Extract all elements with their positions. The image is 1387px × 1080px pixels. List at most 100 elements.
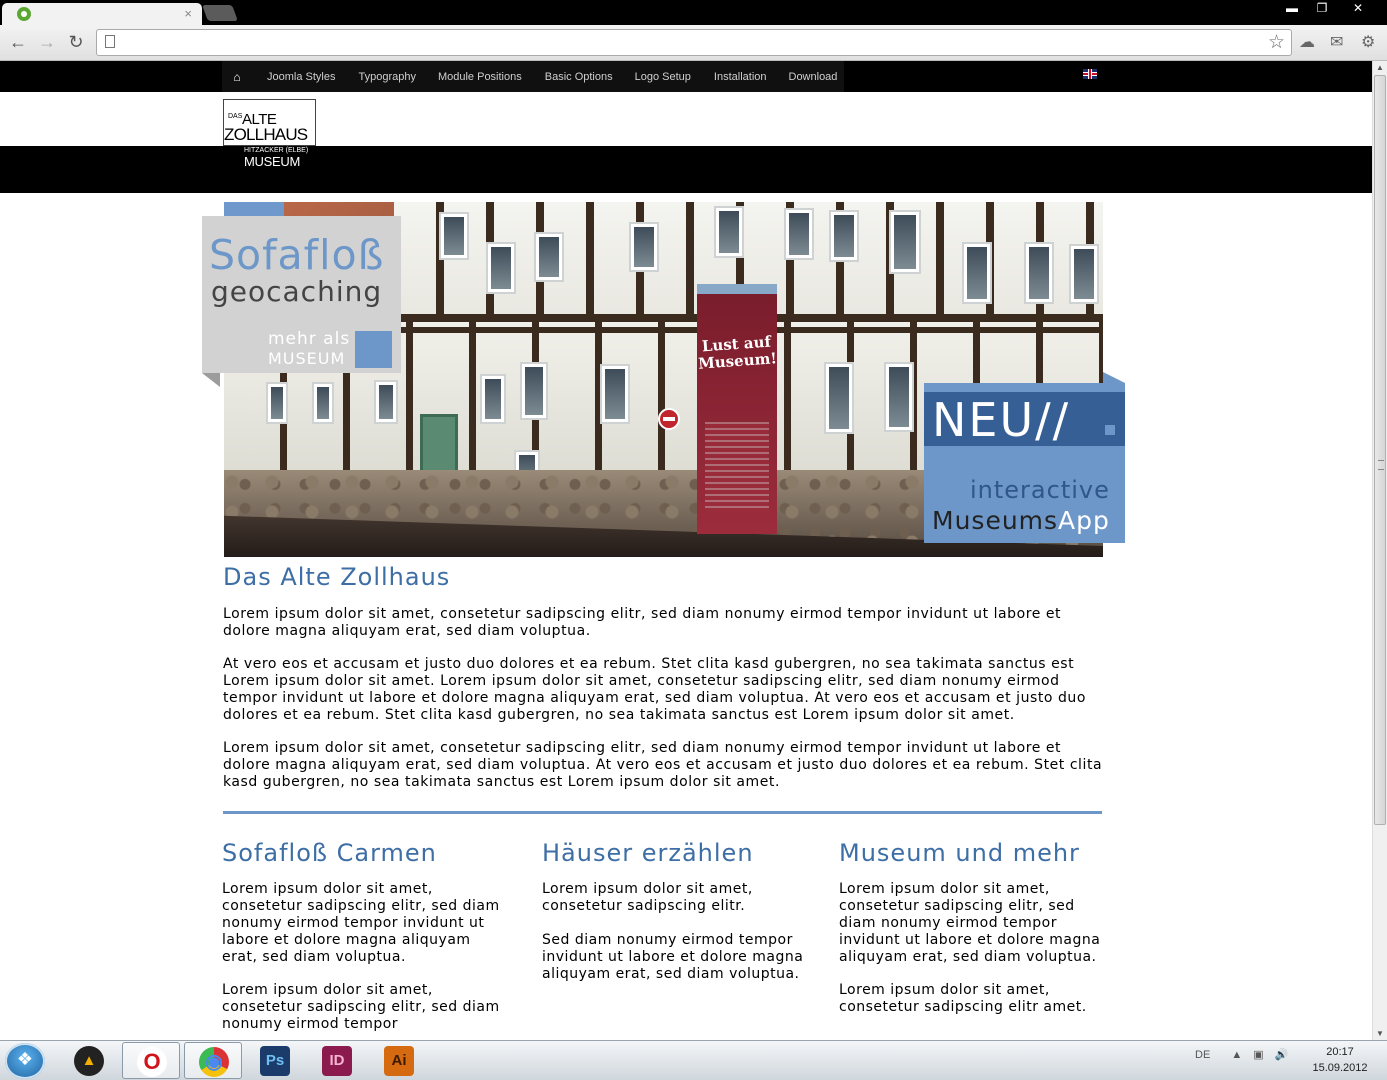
language-indicator[interactable]: DE [1195, 1049, 1210, 1061]
column-heading-haeuser-erzaehlen: Häuser erzählen [542, 839, 754, 867]
scroll-down-arrow-icon[interactable]: ▼ [1376, 1029, 1384, 1038]
window-controls: ▬ ❐ ✕ [1277, 0, 1379, 18]
hero-window [629, 222, 659, 272]
main-paragraph: Lorem ipsum dolor sit amet, consetetur s… [223, 740, 1103, 790]
hero-window [1024, 242, 1054, 304]
page-title: Das Alte Zollhaus [223, 563, 451, 591]
close-window-button[interactable]: ✕ [1337, 0, 1379, 18]
photoshop-icon: Ps [260, 1046, 290, 1076]
app-promo-interactive: interactive [970, 476, 1110, 504]
page-icon [105, 35, 115, 48]
site-topnav: ⌂ Joomla Styles Typography Module Positi… [0, 61, 1372, 92]
illustrator-icon: Ai [384, 1046, 414, 1076]
main-paragraph: Lorem ipsum dolor sit amet, consetetur s… [223, 606, 1062, 639]
tab-close-button[interactable]: × [184, 6, 192, 21]
hero-window [1069, 244, 1099, 304]
ahead-icon: ▲ [74, 1046, 104, 1076]
taskbar-app-ahead[interactable]: ▲ [60, 1042, 118, 1079]
restore-button[interactable]: ❐ [1307, 0, 1337, 18]
header-band [0, 146, 1372, 193]
column-paragraph: Lorem ipsum dolor sit amet, consetetur s… [839, 881, 1101, 965]
taskbar-app-illustrator[interactable]: Ai [370, 1042, 428, 1079]
page-scrollbar[interactable]: ▲ ▼ [1372, 61, 1387, 1040]
forward-arrow-icon[interactable]: → [36, 31, 58, 53]
no-entry-sign-icon [658, 408, 680, 430]
page-favicon-icon [17, 7, 31, 21]
sofafloss-square-mark [355, 331, 392, 368]
taskbar-app-photoshop[interactable]: Ps [246, 1042, 304, 1079]
menu-item-download[interactable]: Download [789, 71, 838, 83]
hero-window [829, 210, 859, 262]
logo-das: DAS [228, 113, 243, 120]
back-arrow-icon[interactable]: ← [7, 31, 29, 53]
hero-window [374, 380, 398, 424]
hero-window [480, 374, 506, 424]
app-promo-app: App [1058, 506, 1110, 535]
site-menu: ⌂ Joomla Styles Typography Module Positi… [222, 61, 844, 92]
column-paragraph: Lorem ipsum dolor sit amet, consetetur s… [542, 881, 753, 914]
logo-hitzacker: HITZACKER (ELBE) [244, 147, 309, 154]
browser-titlebar: × ▬ ❐ ✕ [0, 0, 1387, 25]
menu-item-module-positions[interactable]: Module Positions [438, 71, 522, 83]
home-icon[interactable]: ⌂ [224, 70, 250, 84]
english-flag-icon[interactable] [1083, 69, 1097, 79]
hero-window [889, 210, 921, 274]
os-taskbar: ▲ O ◉ Ps ID Ai [0, 1040, 1387, 1080]
opera-icon: O [137, 1047, 167, 1077]
network-icon[interactable]: ▣ [1253, 1049, 1263, 1061]
volume-icon[interactable]: 🔊 [1275, 1049, 1289, 1061]
column-paragraph: Sed diam nonumy eirmod tempor invidunt u… [542, 932, 804, 982]
hero-banner: Lust auf Museum! [697, 284, 778, 534]
menu-item-logo-setup[interactable]: Logo Setup [635, 71, 691, 83]
menu-item-joomla-styles[interactable]: Joomla Styles [267, 71, 335, 83]
minimize-button[interactable]: ▬ [1277, 0, 1307, 18]
app-promo-museumsapp: MuseumsApp [932, 507, 1110, 535]
app-promo-title: NEU// [932, 393, 1071, 447]
app-promo-fold [1103, 372, 1125, 383]
new-tab-button[interactable] [202, 5, 238, 21]
scrollbar-grip [1378, 460, 1384, 470]
wrench-menu-icon[interactable]: ⚙ [1361, 32, 1375, 52]
column-paragraph: Lorem ipsum dolor sit amet, consetetur s… [222, 881, 500, 965]
content-divider [223, 811, 1102, 814]
hero-window [266, 382, 288, 424]
browser-tab[interactable]: × [2, 3, 202, 25]
taskbar-app-opera[interactable]: O [122, 1042, 180, 1079]
taskbar-app-chrome[interactable]: ◉ [184, 1042, 242, 1079]
clock-date: 15.09.2012 [1312, 1062, 1368, 1074]
weather-extension-icon[interactable]: ☁ [1299, 32, 1315, 52]
sofafloss-panel-fold [202, 373, 220, 387]
chrome-icon: ◉ [199, 1047, 229, 1077]
scrollbar-thumb[interactable] [1374, 75, 1386, 825]
column-heading-sofafloss-carmen: Sofafloß Carmen [222, 839, 437, 867]
main-paragraph: At vero eos et accusam et justo duo dolo… [223, 656, 1086, 723]
hero-window [520, 362, 548, 420]
system-clock[interactable]: 20:17 15.09.2012 [1300, 1044, 1380, 1076]
hero-window [534, 232, 564, 282]
hero-window [600, 364, 630, 424]
menu-item-basic-options[interactable]: Basic Options [545, 71, 613, 83]
column-heading-museum-und-mehr: Museum und mehr [839, 839, 1080, 867]
menu-item-installation[interactable]: Installation [714, 71, 767, 83]
logo-zollhaus: ZOLLHAUS [224, 125, 308, 144]
column-paragraph: Lorem ipsum dolor sit amet, consetetur s… [839, 982, 1087, 1015]
start-button[interactable] [5, 1043, 45, 1079]
banner-text: Lust auf Museum! [697, 332, 778, 373]
site-logo[interactable]: DAS ALTE ZOLLHAUS HITZACKER (ELBE) MUSEU… [223, 99, 317, 169]
column-paragraph: Lorem ipsum dolor sit amet, consetetur s… [222, 982, 500, 1032]
address-bar[interactable]: ☆ [96, 29, 1292, 56]
sofafloss-mehr-als: mehr als [268, 329, 351, 349]
scroll-up-arrow-icon[interactable]: ▲ [1376, 63, 1384, 72]
taskbar-app-indesign[interactable]: ID [308, 1042, 366, 1079]
menu-item-typography[interactable]: Typography [358, 71, 415, 83]
sofafloss-subtitle: geocaching [211, 275, 383, 308]
clock-time: 20:17 [1326, 1046, 1354, 1058]
sofafloss-museum: MUSEUM [268, 349, 346, 368]
logo-museum: MUSEUM [244, 154, 300, 169]
reload-icon[interactable]: ↻ [65, 31, 87, 53]
bookmark-star-icon[interactable]: ☆ [1268, 31, 1285, 54]
tray-expand-icon[interactable]: ▲ [1231, 1049, 1242, 1061]
gmail-extension-icon[interactable]: ✉ [1330, 32, 1343, 52]
browser-toolbar: ← → ↻ ☆ ☁ ✉ ⚙ [0, 25, 1387, 61]
hero-window [824, 362, 854, 434]
